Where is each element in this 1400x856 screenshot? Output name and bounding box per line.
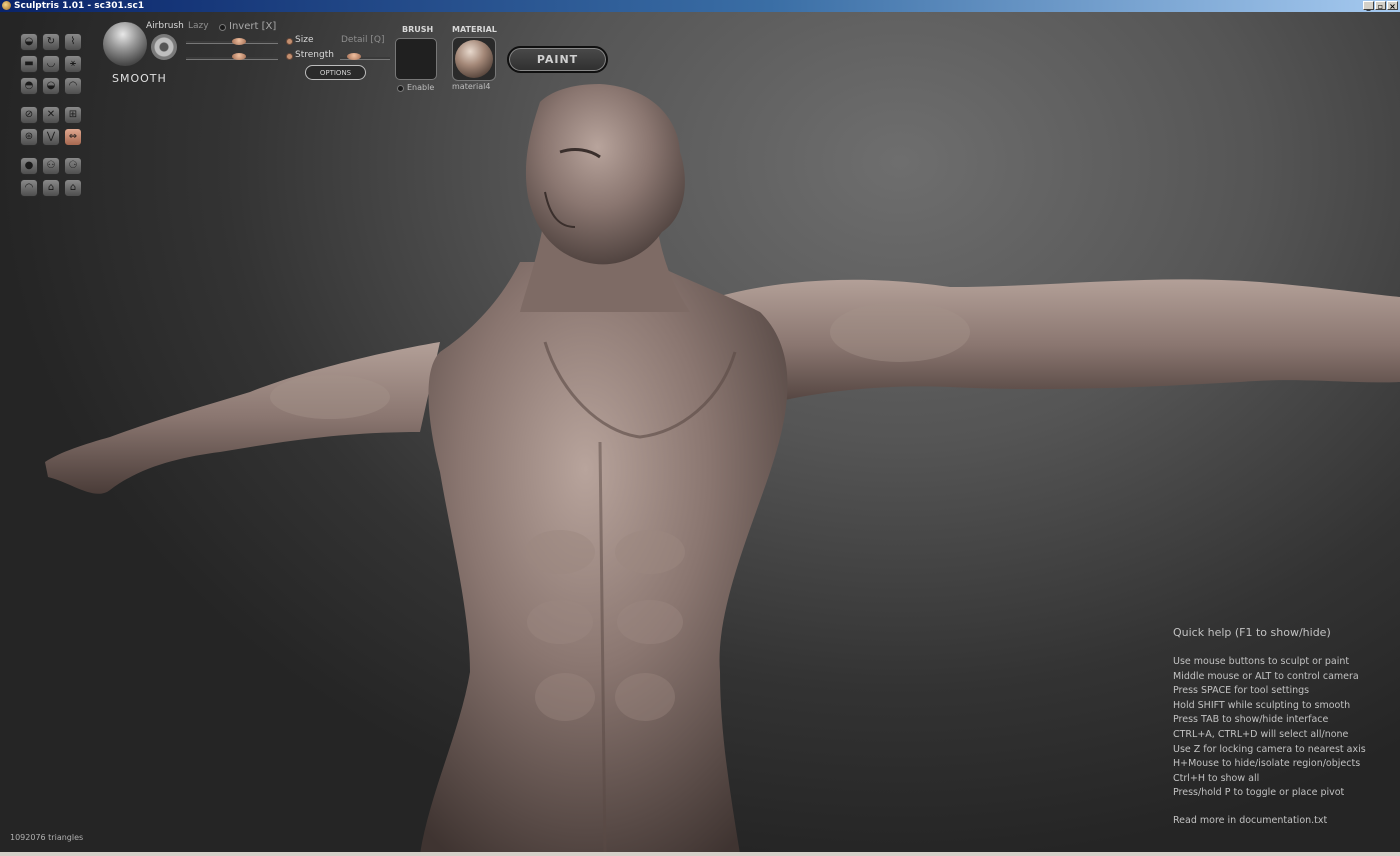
brush-enable-toggle[interactable] — [397, 85, 404, 92]
quick-help-line: H+Mouse to hide/isolate region/objects — [1173, 758, 1361, 770]
material-slot[interactable] — [452, 37, 496, 81]
quick-help-line: Hold SHIFT while sculpting to smooth — [1173, 699, 1351, 711]
reduce-icon[interactable]: ⊛ — [20, 128, 38, 146]
quick-help-line: CTRL+A, CTRL+D will select all/none — [1173, 728, 1349, 740]
crease-icon[interactable]: ◡ — [42, 55, 60, 73]
window-title: Sculptris 1.01 - sc301.sc1 — [14, 1, 145, 11]
quick-help-line: Ctrl+H to show all — [1173, 772, 1260, 784]
open-icon[interactable]: ⚇ — [42, 157, 60, 175]
grab-icon[interactable]: ◓ — [20, 77, 38, 95]
triangle-count: 1092076 triangles — [10, 833, 84, 842]
inflate-icon[interactable]: ⌇ — [64, 33, 82, 51]
smooth-icon[interactable]: ◠ — [64, 77, 82, 95]
export-icon[interactable]: ⌂ — [42, 179, 60, 197]
quick-help-line: Middle mouse or ALT to control camera — [1173, 670, 1359, 682]
right-arm — [700, 279, 1400, 412]
settings-icon[interactable]: ⌂ — [64, 179, 82, 197]
brush-texture-slot[interactable] — [395, 38, 437, 80]
brush-header: BRUSH — [402, 25, 434, 34]
detail-slider-knob[interactable] — [347, 53, 361, 60]
minimize-button[interactable]: _ — [1363, 1, 1374, 11]
detail-label: Detail [Q] — [341, 35, 385, 45]
draw-icon[interactable]: ◒ — [20, 33, 38, 51]
title-bar: Sculptris 1.01 - sc301.sc1 _ ▫ × — [0, 0, 1400, 12]
restore-button[interactable]: ▫ — [1375, 1, 1386, 11]
strength-label: Strength — [295, 50, 334, 60]
import-icon[interactable]: ◠ — [20, 179, 38, 197]
quick-help-title: Quick help (F1 to show/hide) — [1173, 626, 1331, 639]
left-arm — [45, 342, 440, 494]
window-controls: _ ▫ × — [1363, 1, 1398, 11]
options-button[interactable]: OPTIONS — [305, 65, 366, 80]
grid-icon[interactable]: ⊞ — [64, 106, 82, 124]
symmetry-icon[interactable]: ⊘ — [20, 106, 38, 124]
brush-falloff-icon[interactable] — [151, 34, 177, 60]
pinch-icon[interactable]: ⚹ — [64, 55, 82, 73]
app-logo-icon — [2, 1, 11, 10]
bottom-border — [0, 852, 1400, 856]
mask-icon[interactable]: ⋁ — [42, 128, 60, 146]
strength-slider-knob[interactable] — [232, 53, 246, 60]
strength-pressure-toggle[interactable] — [286, 53, 293, 60]
lazy-label[interactable]: Lazy — [188, 21, 209, 31]
quick-help-line: Press/hold P to toggle or place pivot — [1173, 787, 1345, 799]
new-sphere-icon[interactable]: ● — [20, 157, 38, 175]
size-pressure-toggle[interactable] — [286, 38, 293, 45]
invert-toggle[interactable] — [219, 24, 226, 31]
brush-preview-sphere[interactable] — [103, 22, 147, 66]
close-button[interactable]: × — [1387, 1, 1398, 11]
head — [525, 84, 685, 265]
material-header: MATERIAL — [452, 25, 497, 34]
material-preview-sphere — [455, 40, 493, 78]
quick-help-line: Press SPACE for tool settings — [1173, 685, 1310, 697]
material-name: material4 — [452, 82, 491, 91]
size-slider-knob[interactable] — [232, 38, 246, 45]
scale-icon[interactable]: ◒ — [42, 77, 60, 95]
quick-help-line: Press TAB to show/hide interface — [1173, 714, 1329, 726]
save-icon[interactable]: ⚆ — [64, 157, 82, 175]
paint-mode-button[interactable]: PAINT — [507, 46, 608, 73]
quick-help-line: Use mouse buttons to sculpt or paint — [1173, 656, 1350, 667]
airbrush-label[interactable]: Airbrush — [146, 21, 184, 31]
quick-help-panel: Quick help (F1 to show/hide) Use mouse b… — [1173, 626, 1366, 826]
quick-help-line: Use Z for locking camera to nearest axis — [1173, 743, 1366, 755]
wireframe-icon[interactable]: ✕ — [42, 106, 60, 124]
rotate-icon[interactable]: ↻ — [42, 33, 60, 51]
quick-help-documentation-link: Read more in documentation.txt — [1173, 814, 1328, 826]
flatten-icon[interactable]: ▬ — [20, 55, 38, 73]
tool-name: SMOOTH — [112, 72, 167, 85]
invert-label[interactable]: Invert [X] — [229, 21, 276, 32]
size-label: Size — [295, 35, 314, 45]
brush-enable-label[interactable]: Enable — [407, 83, 434, 92]
mirror-axis-icon[interactable]: ⇔ — [64, 128, 82, 146]
